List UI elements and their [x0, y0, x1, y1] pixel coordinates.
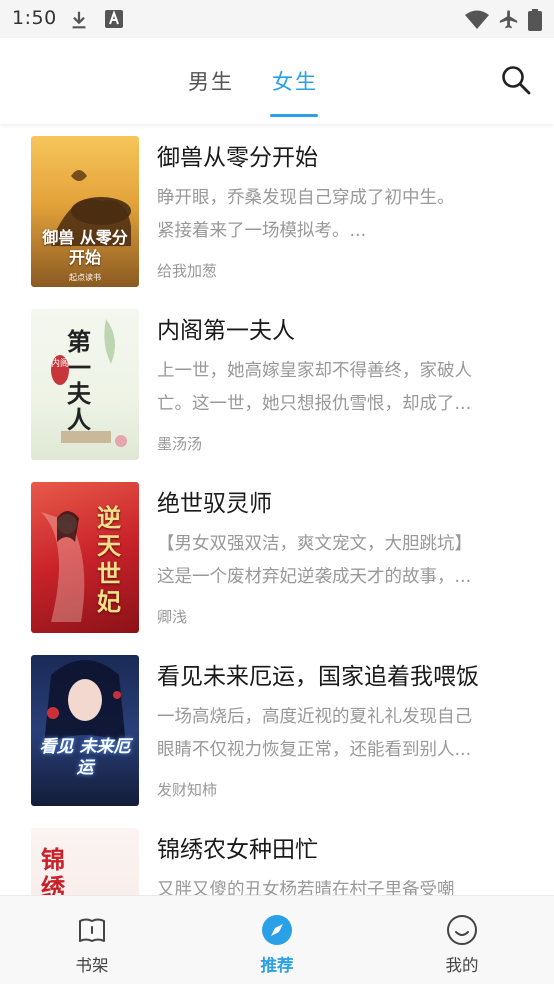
- book-title: 看见未来厄运，国家追着我喂饭: [157, 664, 479, 690]
- cover-publisher: 起点读书: [69, 273, 101, 282]
- tab-female[interactable]: 女生: [272, 66, 318, 96]
- compass-icon: [262, 915, 292, 945]
- book-title: 内阁第一夫人: [157, 318, 295, 344]
- nav-mine-label: 我的: [445, 956, 479, 975]
- book-item[interactable]: 看见 未来厄运 看见未来厄运，国家追着我喂饭 一场高烧后，高度近视的夏礼礼发现自…: [0, 643, 554, 816]
- book-icon: [79, 918, 105, 942]
- book-title: 锦绣农女种田忙: [157, 837, 318, 863]
- book-description-line: 一场高烧后，高度近视的夏礼礼发现自己: [157, 707, 472, 727]
- book-description: 一场高烧后，高度近视的夏礼礼发现自己 眼睛不仅视力恢复正常，还能看到别人...: [157, 701, 527, 767]
- nav-recommend[interactable]: 推荐: [217, 896, 337, 984]
- download-icon: [72, 11, 86, 29]
- book-description: 【男女双强双洁，爽文宠文，大胆跳坑】 这是一个废材弃妃逆袭成天才的故事，...: [157, 528, 527, 594]
- nav-bookshelf-label: 书架: [75, 956, 109, 975]
- book-list[interactable]: 御兽 从零分开始 起点读书 御兽从零分开始 睁开眼，乔桑发现自己穿成了初中生。 …: [0, 124, 554, 895]
- book-description: 上一世，她高嫁皇家却不得善终，家破人 亡。这一世，她只想报仇雪恨，却成了...: [157, 355, 527, 421]
- bottom-navigation: 书架 推荐 我的: [0, 895, 554, 984]
- book-title: 御兽从零分开始: [157, 145, 318, 171]
- nav-bookshelf[interactable]: 书架: [32, 896, 152, 984]
- wifi-icon: [465, 10, 489, 29]
- search-icon[interactable]: [500, 64, 532, 96]
- book-description-line: 眼睛不仅视力恢复正常，还能看到别人...: [157, 740, 472, 760]
- book-item[interactable]: 逆天世妃 绝世驭灵师 【男女双强双洁，爽文宠文，大胆跳坑】 这是一个废材弃妃逆袭…: [0, 470, 554, 643]
- book-cover: 逆天世妃: [31, 482, 139, 633]
- a-notification-icon: [105, 10, 123, 28]
- book-description-line: 上一世，她高嫁皇家却不得善终，家破人: [157, 361, 472, 381]
- cover-title: 御兽 从零分开始: [42, 228, 128, 267]
- status-time: 1:50: [12, 7, 57, 29]
- book-cover: 看见 未来厄运: [31, 655, 139, 806]
- book-cover: 第一夫人 内阁: [31, 309, 139, 460]
- book-cover: 御兽 从零分开始 起点读书: [31, 136, 139, 287]
- book-author: 卿浅: [157, 608, 188, 626]
- top-tab-bar: 男生 女生: [0, 38, 554, 124]
- smiley-icon: [447, 915, 477, 945]
- book-description: 睁开眼，乔桑发现自己穿成了初中生。 紧接着来了一场模拟考。...: [157, 182, 527, 248]
- book-title: 绝世驭灵师: [157, 491, 272, 517]
- book-cover: 锦绣: [31, 828, 139, 895]
- book-author: 给我加葱: [157, 262, 218, 280]
- book-item[interactable]: 锦绣 锦绣农女种田忙 又胖又傻的丑女杨若晴在村子里备受嘲: [0, 816, 554, 895]
- status-bar: 1:50: [0, 0, 554, 38]
- nav-recommend-label: 推荐: [260, 956, 294, 975]
- cover-subtitle: 内阁: [51, 355, 69, 385]
- book-author: 发财知柿: [157, 781, 218, 799]
- book-description-line: 紧接着来了一场模拟考。...: [157, 221, 367, 241]
- cover-title: 看见 未来厄运: [39, 737, 131, 778]
- cover-title: 锦绣: [41, 845, 65, 896]
- nav-mine[interactable]: 我的: [402, 896, 522, 984]
- book-description-line: 【男女双强双洁，爽文宠文，大胆跳坑】: [157, 534, 472, 554]
- book-description-line: 又胖又傻的丑女杨若晴在村子里备受嘲: [157, 880, 455, 895]
- book-item[interactable]: 御兽 从零分开始 起点读书 御兽从零分开始 睁开眼，乔桑发现自己穿成了初中生。 …: [0, 124, 554, 297]
- book-description: 又胖又傻的丑女杨若晴在村子里备受嘲: [157, 874, 527, 895]
- airplane-icon: [499, 10, 518, 29]
- active-tab-indicator: [270, 114, 318, 117]
- cover-title: 逆天世妃: [97, 503, 121, 616]
- battery-icon: [528, 9, 542, 31]
- cover-title: 第一夫人: [67, 327, 91, 434]
- book-author: 墨汤汤: [157, 435, 203, 453]
- book-item[interactable]: 第一夫人 内阁 内阁第一夫人 上一世，她高嫁皇家却不得善终，家破人 亡。这一世，…: [0, 297, 554, 470]
- book-description-line: 睁开眼，乔桑发现自己穿成了初中生。: [157, 188, 455, 208]
- book-description-line: 这是一个废材弃妃逆袭成天才的故事，...: [157, 567, 472, 587]
- tab-male[interactable]: 男生: [188, 66, 234, 96]
- book-description-line: 亡。这一世，她只想报仇雪恨，却成了...: [157, 394, 472, 414]
